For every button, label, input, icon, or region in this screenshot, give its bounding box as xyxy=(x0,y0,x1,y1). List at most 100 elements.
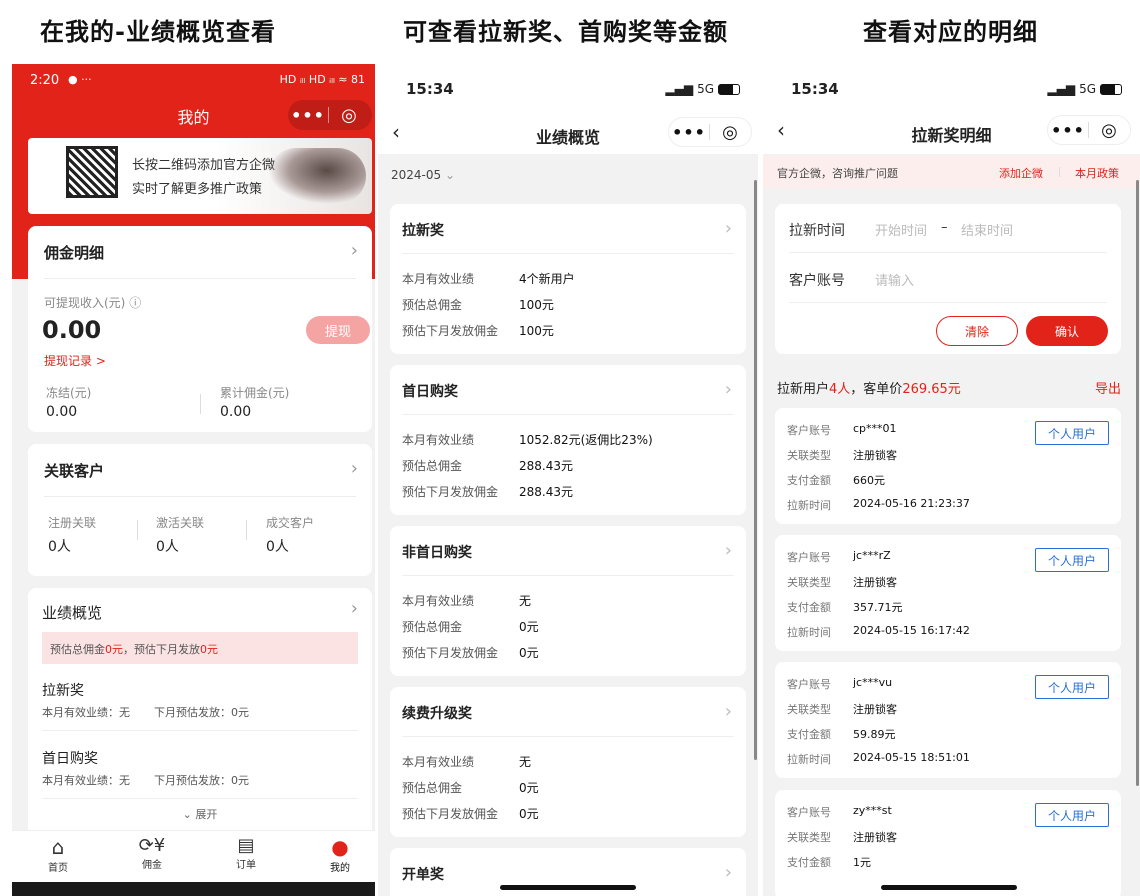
clipboard-icon: ▤ xyxy=(237,835,255,856)
tab-mine[interactable]: ● 我的 xyxy=(316,835,364,874)
reward-row-value: 288.43元 xyxy=(519,485,573,499)
reward-section-title: 首日购奖 xyxy=(402,384,458,400)
reward-row-label: 预估总佣金 xyxy=(402,620,463,634)
reward-section-title: 开单奖 xyxy=(402,867,444,883)
tab-label: 首页 xyxy=(48,863,68,874)
reward-row-label: 预估总佣金 xyxy=(402,459,463,473)
reward-row: 本月有效业绩 4个新用户 xyxy=(402,270,575,287)
clear-button[interactable]: 清除 xyxy=(936,316,1018,346)
withdrawable-value: 0.00 xyxy=(42,316,102,344)
more-icon[interactable]: ••• xyxy=(288,106,328,125)
record-field-value: 注册锁客 xyxy=(853,703,897,716)
reward-section-card[interactable]: 拉新奖 › 本月有效业绩 4个新用户 预估总佣金 100元 预估下月发放佣金 100元 xyxy=(390,204,746,354)
record-field-label: 拉新时间 xyxy=(787,753,831,766)
reward-row: 本月有效业绩 1052.82元(返佣比23%) xyxy=(402,431,653,448)
month-selector[interactable]: 2024-05 ⌄ xyxy=(391,168,455,182)
status-time: 15:34 xyxy=(406,80,454,98)
reward-row-label: 预估下月发放佣金 xyxy=(402,324,499,338)
mini-program-capsule[interactable]: ••• ◎ xyxy=(1047,115,1131,145)
close-target-icon[interactable]: ◎ xyxy=(710,122,750,143)
dash: – xyxy=(941,220,948,235)
personal-user-tag[interactable]: 个人用户 xyxy=(1035,548,1109,572)
reward-section-card[interactable]: 首日购奖 › 本月有效业绩 1052.82元(返佣比23%) 预估总佣金 288.43元预… xyxy=(390,365,746,515)
account-input[interactable]: 请输入 xyxy=(875,270,914,289)
record-field-label: 拉新时间 xyxy=(787,626,831,639)
tab-bar: ⌂ 首页 ⟳¥ 佣金 ▤ 订单 ● 我的 xyxy=(12,830,375,882)
summary-line: 拉新用户4人，客单价269.65元 xyxy=(777,382,961,397)
stat-label-activated: 激活关联 xyxy=(156,516,205,530)
chevron-right-icon[interactable]: › xyxy=(725,379,732,400)
chevron-right-icon[interactable]: › xyxy=(351,458,358,479)
tab-orders[interactable]: ▤ 订单 xyxy=(222,835,270,871)
confirm-button[interactable]: 确认 xyxy=(1026,316,1108,346)
wecom-banner[interactable]: 长按二维码添加官方企微 实时了解更多推广政策 xyxy=(28,138,372,214)
reward-row-value: 288.43元 xyxy=(519,459,573,473)
status-icons: HD ᵢₗₗ HD ᵢₗₗ ≈ 81 xyxy=(279,73,365,86)
scrollbar[interactable] xyxy=(1136,180,1139,786)
personal-user-tag[interactable]: 个人用户 xyxy=(1035,803,1109,827)
signal-icon: ▂▄▆ xyxy=(665,82,694,96)
personal-user-tag[interactable]: 个人用户 xyxy=(1035,421,1109,445)
tab-commission[interactable]: ⟳¥ 佣金 xyxy=(128,835,176,871)
record-card: 客户账号 jc***vu 关联类型 注册锁客 支付金额 59.89元 拉新时间 2024-05… xyxy=(775,662,1121,778)
record-field-value: zy***st xyxy=(853,804,892,817)
perf-item-name: 首日购奖 xyxy=(42,751,98,767)
reward-row: 预估下月发放佣金 0元 xyxy=(402,805,539,822)
more-icon[interactable]: ••• xyxy=(1048,121,1088,140)
record-field-value: 59.89元 xyxy=(853,728,896,741)
record-field-value: 注册锁客 xyxy=(853,449,897,462)
record-field-value: cp***01 xyxy=(853,422,897,435)
close-target-icon[interactable]: ◎ xyxy=(1089,120,1129,141)
chevron-right-icon[interactable]: › xyxy=(351,598,358,619)
perf-item-desc: 下月预估发放：0元 xyxy=(154,774,249,787)
record-field-value: jc***vu xyxy=(853,676,893,689)
reward-section-card[interactable]: 续费升级奖 › 本月有效业绩无预估总佣金 0元 预估下月发放佣金 0元 xyxy=(390,687,746,837)
start-time-input[interactable]: 开始时间 xyxy=(875,220,927,239)
reward-row-label: 本月有效业绩 xyxy=(402,272,475,286)
reward-row: 本月有效业绩 无 xyxy=(402,753,531,770)
reward-row-label: 本月有效业绩 xyxy=(402,755,475,769)
mini-program-capsule[interactable]: ••• ◎ xyxy=(288,100,372,130)
reward-row-label: 预估下月发放佣金 xyxy=(402,646,499,660)
phone-new-user-detail: 15:34 ▂▄▆ 5G ‹ 拉新奖明细 ••• ◎ 官方企微，咨询推广问题 添加… xyxy=(763,64,1140,896)
add-wecom-link[interactable]: 添加企微 xyxy=(999,165,1043,181)
perf-item-name: 拉新奖 xyxy=(42,683,84,699)
withdraw-button[interactable]: 提现 xyxy=(306,316,370,344)
chevron-right-icon[interactable]: › xyxy=(725,862,732,883)
chevron-right-icon[interactable]: › xyxy=(725,218,732,239)
signal-icon: ▂▄▆ xyxy=(1047,82,1076,96)
tab-home[interactable]: ⌂ 首页 xyxy=(34,835,82,874)
perf-item-desc: 下月预估发放：0元 xyxy=(154,706,249,719)
tab-label: 我的 xyxy=(330,863,350,874)
reward-row: 预估总佣金 288.43元 xyxy=(402,457,573,474)
reward-row: 预估下月发放佣金 0元 xyxy=(402,644,539,661)
battery-icon xyxy=(1100,83,1122,95)
chevron-right-icon[interactable]: › xyxy=(725,540,732,561)
monthly-policy-link[interactable]: 本月政策 xyxy=(1075,165,1119,181)
export-button[interactable]: 导出 xyxy=(1095,378,1121,397)
end-time-input[interactable]: 结束时间 xyxy=(961,220,1013,239)
mini-program-capsule[interactable]: ••• ◎ xyxy=(668,117,752,147)
chevron-right-icon[interactable]: › xyxy=(351,240,358,261)
scrollbar[interactable] xyxy=(754,180,757,760)
chevron-right-icon[interactable]: › xyxy=(725,701,732,722)
close-target-icon[interactable]: ◎ xyxy=(329,105,369,126)
reward-section-card[interactable]: 非首日购奖 › 本月有效业绩无预估总佣金 0元 预估下月发放佣金 0元 xyxy=(390,526,746,676)
stat-value-deals: 0人 xyxy=(266,539,289,555)
total-value: 0.00 xyxy=(220,404,252,420)
withdraw-record-link[interactable]: 提现记录 > xyxy=(44,352,106,369)
reward-row-value: 100元 xyxy=(519,324,554,338)
reward-row: 预估下月发放佣金 288.43元 xyxy=(402,483,573,500)
record-field-label: 支付金额 xyxy=(787,728,831,741)
personal-user-tag[interactable]: 个人用户 xyxy=(1035,675,1109,699)
help-icon[interactable]: ⓘ xyxy=(129,296,141,310)
record-field-label: 客户账号 xyxy=(787,678,831,691)
tab-label: 订单 xyxy=(236,860,256,871)
expand-button[interactable]: ⌄ 展开 xyxy=(28,806,372,822)
reward-row: 预估总佣金 0元 xyxy=(402,779,539,796)
record-field-label: 关联类型 xyxy=(787,449,831,462)
reward-section-title: 续费升级奖 xyxy=(402,706,472,722)
notice-text: 官方企微，咨询推广问题 xyxy=(777,167,898,180)
reward-row: 预估下月发放佣金 100元 xyxy=(402,322,554,339)
more-icon[interactable]: ••• xyxy=(669,123,709,142)
